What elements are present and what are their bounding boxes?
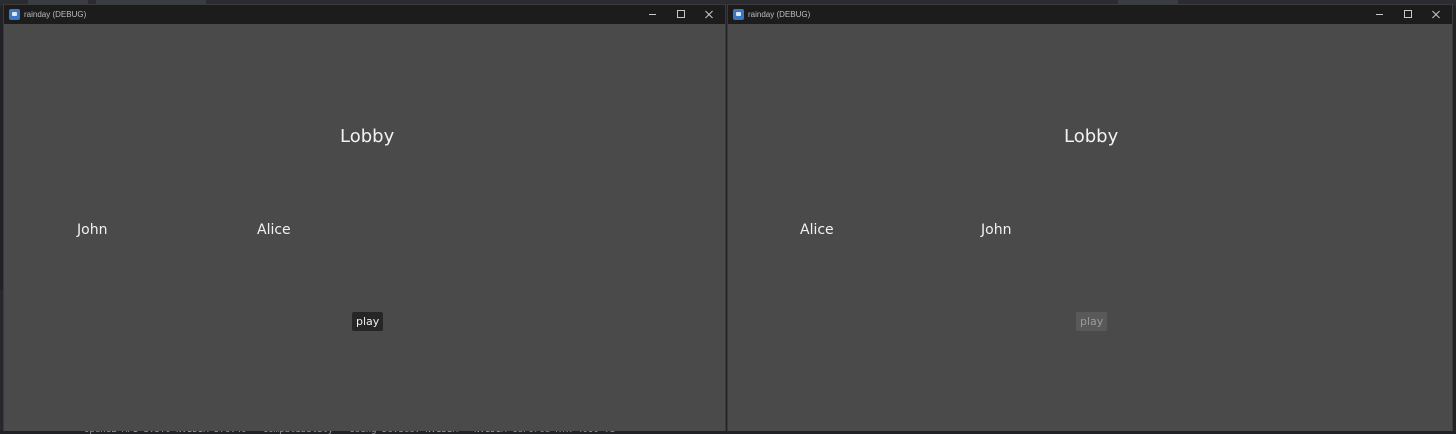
maximize-icon[interactable] bbox=[667, 5, 695, 24]
game-viewport: Lobby John Alice play bbox=[4, 24, 725, 431]
desktop: OpenGL API 3.3.0 NVIDIA 576.40 - Compati… bbox=[0, 0, 1456, 434]
close-icon[interactable] bbox=[1422, 5, 1450, 24]
lobby-title: Lobby bbox=[340, 126, 395, 147]
play-button[interactable]: play bbox=[352, 312, 384, 331]
lobby-title: Lobby bbox=[1064, 126, 1119, 147]
window-title: rainday (DEBUG) bbox=[748, 10, 811, 19]
window-titlebar[interactable]: rainday (DEBUG) bbox=[4, 5, 725, 24]
minimize-icon[interactable] bbox=[1366, 5, 1394, 24]
game-window-1[interactable]: rainday (DEBUG) Lobby John Alice play bbox=[3, 4, 726, 431]
maximize-icon[interactable] bbox=[1394, 5, 1422, 24]
minimize-icon[interactable] bbox=[639, 5, 667, 24]
close-icon[interactable] bbox=[695, 5, 723, 24]
player-name: Alice bbox=[257, 222, 291, 238]
godot-app-icon bbox=[9, 9, 20, 20]
player-name: John bbox=[981, 222, 1012, 238]
player-name: Alice bbox=[800, 222, 834, 238]
window-title: rainday (DEBUG) bbox=[24, 10, 87, 19]
play-button[interactable]: play bbox=[1076, 312, 1108, 331]
player-name: John bbox=[77, 222, 108, 238]
godot-app-icon bbox=[733, 9, 744, 20]
window-titlebar[interactable]: rainday (DEBUG) bbox=[728, 5, 1452, 24]
game-viewport: Lobby Alice John play bbox=[728, 24, 1452, 431]
game-window-2[interactable]: rainday (DEBUG) Lobby Alice John play bbox=[727, 4, 1453, 431]
